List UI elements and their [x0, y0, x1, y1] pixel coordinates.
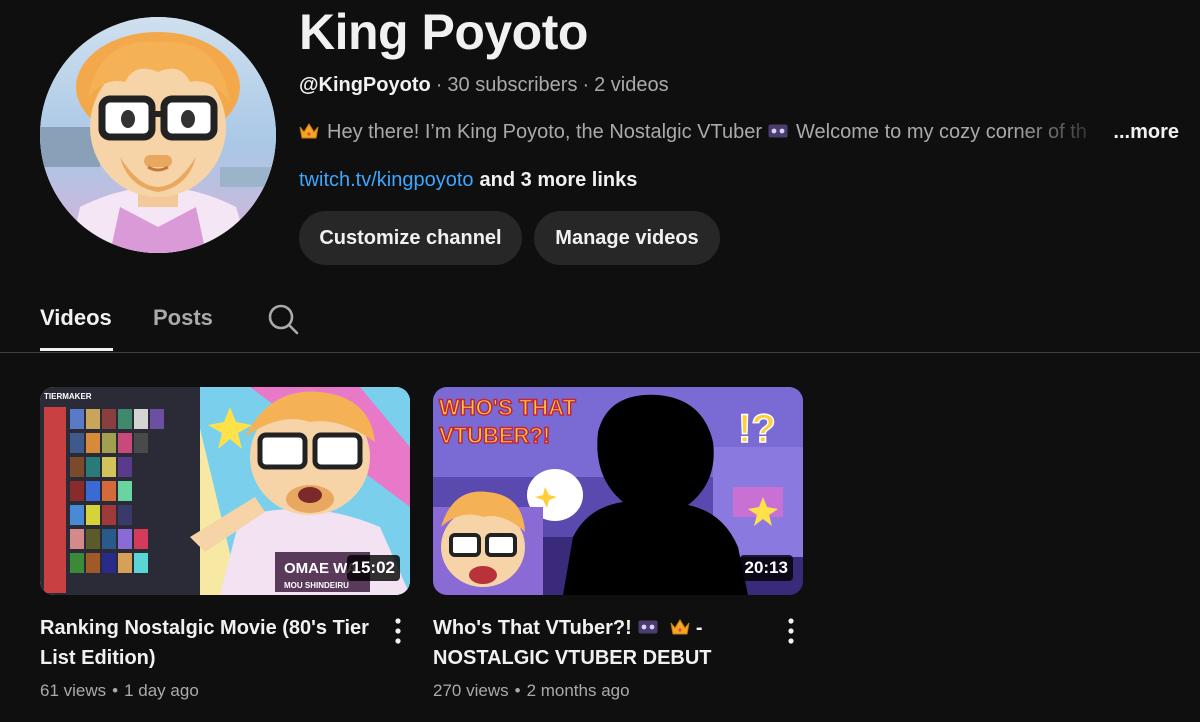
channel-links: twitch.tv/kingpoyoto and 3 more links — [299, 167, 637, 193]
video-stats: 270 views • 2 months ago — [433, 680, 630, 702]
more-options-icon[interactable] — [783, 617, 799, 645]
thumb-text-whos-that: WHO'S THAT — [439, 395, 576, 420]
search-icon[interactable] — [266, 302, 300, 336]
description-text-cont: Welcome to my cozy corner of th — [796, 121, 1087, 143]
video-title[interactable]: Ranking Nostalgic Movie (80's Tier List … — [40, 613, 370, 673]
tab-posts[interactable]: Posts — [153, 304, 213, 332]
upload-age: 1 day ago — [124, 681, 199, 700]
crown-emoji-icon — [670, 619, 690, 635]
channel-avatar[interactable] — [40, 17, 276, 253]
channel-link-url[interactable]: twitch.tv/kingpoyoto — [299, 169, 474, 191]
customize-channel-button[interactable]: Customize channel — [299, 211, 522, 265]
channel-handle: @KingPoyoto — [299, 74, 431, 96]
thumb-text-mou-shindeiru: MOU SHINDEIRU — [284, 581, 349, 590]
upload-age: 2 months ago — [526, 681, 630, 700]
video-title-part3: NOSTALGIC VTUBER DEBUT — [433, 647, 712, 669]
stats-dot: • — [514, 681, 521, 700]
video-thumbnail[interactable]: TIERMAKER OMAE WA MOU SHINDEIRU 15:02 — [40, 387, 410, 595]
description-text: Hey there! I’m King Poyoto, the Nostalgi… — [327, 121, 763, 143]
video-duration: 15:02 — [346, 555, 400, 581]
video-card[interactable]: TIERMAKER OMAE WA MOU SHINDEIRU 15:02 Ra… — [40, 387, 410, 700]
channel-description[interactable]: Hey there! I’m King Poyoto, the Nostalgi… — [299, 119, 1179, 147]
active-tab-indicator — [40, 348, 113, 351]
thumb-text-tiermaker: TIERMAKER — [44, 392, 92, 401]
description-more-link[interactable]: ...more — [1113, 119, 1179, 145]
stats-dot: • — [112, 681, 119, 700]
channel-name: King Poyoto — [299, 4, 588, 60]
thumb-text-vtuber: VTUBER?! — [439, 423, 550, 448]
video-duration: 20:13 — [739, 555, 793, 581]
video-stats: 61 views • 1 day ago — [40, 680, 199, 702]
meta-separator: · — [582, 74, 590, 96]
subscriber-count: 30 subscribers — [447, 74, 578, 96]
more-links-button[interactable]: and 3 more links — [480, 169, 638, 191]
video-card[interactable]: WHO'S THAT VTUBER?! !? 20:13 Who's That … — [433, 387, 803, 700]
vhs-tape-emoji-icon — [768, 124, 788, 138]
video-title-part1: Who's That VTuber?! — [433, 617, 632, 639]
avatar-illustration — [40, 17, 276, 253]
meta-separator: · — [435, 74, 443, 96]
video-title-part2: - — [695, 617, 703, 639]
view-count: 270 views — [433, 681, 509, 700]
thumb-text-exclaim: !? — [738, 407, 776, 451]
tab-videos[interactable]: Videos — [40, 304, 112, 332]
channel-meta: @KingPoyoto · 30 subscribers · 2 videos — [299, 73, 669, 97]
manage-videos-button[interactable]: Manage videos — [534, 211, 720, 265]
view-count: 61 views — [40, 681, 107, 700]
vhs-tape-emoji-icon — [638, 620, 658, 634]
more-options-icon[interactable] — [390, 617, 406, 645]
video-count: 2 videos — [594, 74, 669, 96]
crown-emoji-icon — [299, 123, 319, 139]
video-thumbnail[interactable]: WHO'S THAT VTUBER?! !? 20:13 — [433, 387, 803, 595]
video-title[interactable]: Who's That VTuber?! - NOSTALGIC VTUBER D… — [433, 613, 763, 673]
channel-tabs: Videos Posts — [0, 290, 1200, 353]
